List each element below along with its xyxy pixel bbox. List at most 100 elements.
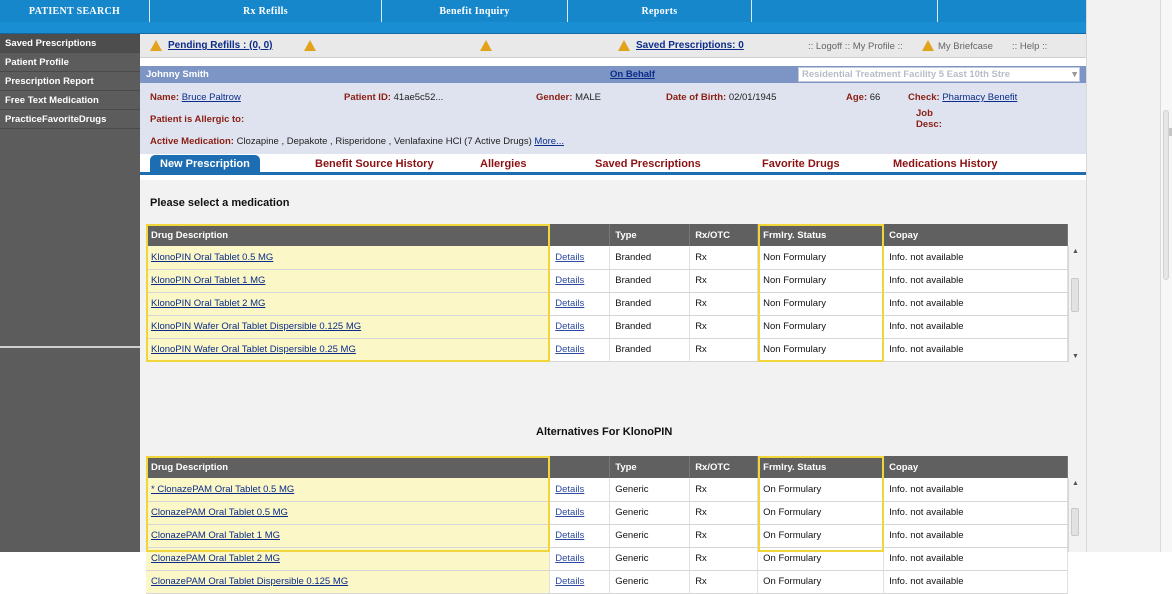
check-field: Check: Pharmacy Benefit <box>908 92 1017 103</box>
warning-icon <box>618 40 630 51</box>
col-drug-description[interactable]: Drug Description <box>146 456 551 478</box>
drug-link[interactable]: ClonazePAM Oral Tablet Dispersible 0.125… <box>151 576 348 587</box>
sidebar-item-practice-favorite-drugs[interactable]: PracticeFavoriteDrugs <box>0 110 140 129</box>
medication-table-scrollbar[interactable]: ▲ ▼ <box>1068 246 1081 362</box>
col-rx-otc[interactable]: Rx/OTC <box>689 456 759 478</box>
gender-value: MALE <box>575 92 601 103</box>
type-cell: Generic <box>609 501 691 525</box>
details-link[interactable]: Details <box>555 298 584 309</box>
copay-cell: Info. not available <box>883 524 1068 548</box>
col-drug-description[interactable]: Drug Description <box>146 224 551 246</box>
details-link[interactable]: Details <box>555 553 584 564</box>
table-row[interactable]: ClonazePAM Oral Tablet 1 MG Details Gene… <box>146 524 1068 548</box>
allergic-label: Patient is Allergic to: <box>150 114 245 125</box>
nav-patient-search[interactable]: PATIENT SEARCH <box>0 0 150 22</box>
dob-value: 02/01/1945 <box>728 92 777 103</box>
sidebar-item-saved-prescriptions[interactable]: Saved Prescriptions <box>0 34 140 53</box>
drug-link[interactable]: KlonoPIN Wafer Oral Tablet Dispersible 0… <box>151 344 356 355</box>
help-link[interactable]: :: Help :: <box>1012 41 1047 52</box>
table-row[interactable]: * ClonazePAM Oral Tablet 0.5 MG Details … <box>146 478 1068 502</box>
drug-link[interactable]: ClonazePAM Oral Tablet 0.5 MG <box>151 507 288 518</box>
active-medication-value: Clozapine , Depakote , Risperidone , Ven… <box>236 136 532 147</box>
col-type[interactable]: Type <box>609 456 691 478</box>
tab-allergies[interactable]: Allergies <box>480 155 526 173</box>
sidebar-item-patient-profile[interactable]: Patient Profile <box>0 53 140 72</box>
browser-side-pane <box>1086 0 1172 552</box>
scroll-thumb[interactable] <box>1071 508 1079 536</box>
alternatives-table-scrollbar[interactable]: ▲ <box>1068 478 1081 552</box>
col-type[interactable]: Type <box>609 224 691 246</box>
table-row[interactable]: KlonoPIN Oral Tablet 1 MG Details Brande… <box>146 269 1068 293</box>
details-link[interactable]: Details <box>555 530 584 541</box>
copay-cell: Info. not available <box>883 547 1068 571</box>
rx-cell: Rx <box>689 246 759 270</box>
copay-cell: Info. not available <box>883 292 1068 316</box>
copay-cell: Info. not available <box>883 315 1068 339</box>
details-link[interactable]: Details <box>555 507 584 518</box>
active-medication-label: Active Medication: <box>150 136 234 147</box>
col-formulary-status[interactable]: Frmlry. Status <box>757 456 885 478</box>
tab-saved-prescriptions[interactable]: Saved Prescriptions <box>595 155 701 173</box>
sidebar-item-free-text-medication[interactable]: Free Text Medication <box>0 91 140 110</box>
copay-cell: Info. not available <box>883 501 1068 525</box>
col-formulary-status[interactable]: Frmlry. Status <box>757 224 885 246</box>
drug-link[interactable]: KlonoPIN Oral Tablet 0.5 MG <box>151 252 273 263</box>
status-cell: On Formulary <box>757 524 885 548</box>
table-row[interactable]: ClonazePAM Oral Tablet 0.5 MG Details Ge… <box>146 501 1068 525</box>
col-copay[interactable]: Copay <box>883 456 1068 478</box>
my-briefcase-link[interactable]: My Briefcase <box>938 41 993 52</box>
drug-link[interactable]: * ClonazePAM Oral Tablet 0.5 MG <box>151 484 294 495</box>
nav-empty-1 <box>752 0 938 22</box>
tab-favorite-drugs[interactable]: Favorite Drugs <box>762 155 840 173</box>
scroll-thumb[interactable] <box>1071 278 1079 312</box>
more-link[interactable]: More... <box>534 136 564 147</box>
details-link[interactable]: Details <box>555 484 584 495</box>
scroll-up-icon[interactable]: ▲ <box>1072 248 1079 255</box>
table-row[interactable]: KlonoPIN Wafer Oral Tablet Dispersible 0… <box>146 315 1068 339</box>
patient-panel: Johnny Smith On Behalf Residential Treat… <box>140 66 1086 154</box>
nav-empty-2 <box>938 0 1086 22</box>
drug-link[interactable]: KlonoPIN Oral Tablet 2 MG <box>151 298 265 309</box>
col-copay[interactable]: Copay <box>883 224 1068 246</box>
tab-new-prescription[interactable]: New Prescription <box>150 155 260 173</box>
details-link[interactable]: Details <box>555 321 584 332</box>
table-row[interactable]: KlonoPIN Oral Tablet 0.5 MG Details Bran… <box>146 246 1068 270</box>
tab-bar: New Prescription Benefit Source History … <box>140 155 1086 175</box>
patient-name-link[interactable]: Bruce Paltrow <box>182 92 241 103</box>
drug-link[interactable]: ClonazePAM Oral Tablet 1 MG <box>151 530 280 541</box>
table-row[interactable]: KlonoPIN Oral Tablet 2 MG Details Brande… <box>146 292 1068 316</box>
drug-link[interactable]: KlonoPIN Oral Tablet 1 MG <box>151 275 265 286</box>
nav-benefit-inquiry[interactable]: Benefit Inquiry <box>382 0 568 22</box>
status-cell: Non Formulary <box>757 315 885 339</box>
drug-link[interactable]: ClonazePAM Oral Tablet 2 MG <box>151 553 280 564</box>
tab-medications-history[interactable]: Medications History <box>893 155 998 173</box>
details-link[interactable]: Details <box>555 344 584 355</box>
page-scrollbar[interactable] <box>1160 0 1172 552</box>
scroll-down-icon[interactable]: ▼ <box>1072 353 1079 360</box>
age-label: Age: <box>846 92 868 103</box>
details-link[interactable]: Details <box>555 252 584 263</box>
col-details <box>549 224 611 246</box>
patient-name-field: Name: Bruce Paltrow <box>150 92 241 103</box>
pharmacy-benefit-link[interactable]: Pharmacy Benefit <box>942 92 1017 103</box>
nav-reports[interactable]: Reports <box>568 0 752 22</box>
facility-select[interactable]: Residential Treatment Facility 5 East 10… <box>798 67 1080 82</box>
drug-link[interactable]: KlonoPIN Wafer Oral Tablet Dispersible 0… <box>151 321 361 332</box>
scroll-up-icon[interactable]: ▲ <box>1072 480 1079 487</box>
col-rx-otc[interactable]: Rx/OTC <box>689 224 759 246</box>
on-behalf-link[interactable]: On Behalf <box>610 69 655 80</box>
medication-table: Drug Description Type Rx/OTC Frmlry. Sta… <box>146 224 1068 362</box>
saved-prescriptions-link[interactable]: Saved Prescriptions: 0 <box>636 40 744 51</box>
sidebar-item-prescription-report[interactable]: Prescription Report <box>0 72 140 91</box>
alternatives-title: Alternatives For KlonoPIN <box>536 426 673 438</box>
nav-rx-refills[interactable]: Rx Refills <box>150 0 382 22</box>
tab-benefit-source-history[interactable]: Benefit Source History <box>315 155 434 173</box>
table-row[interactable]: ClonazePAM Oral Tablet 2 MG Details Gene… <box>146 547 1068 571</box>
rx-cell: Rx <box>689 315 759 339</box>
details-link[interactable]: Details <box>555 275 584 286</box>
pending-refills-link[interactable]: Pending Refills : (0, 0) <box>168 40 272 51</box>
details-link[interactable]: Details <box>555 576 584 587</box>
table-row[interactable]: KlonoPIN Wafer Oral Tablet Dispersible 0… <box>146 338 1068 362</box>
table-row[interactable]: ClonazePAM Oral Tablet Dispersible 0.125… <box>146 570 1068 594</box>
logoff-profile-links[interactable]: :: Logoff :: My Profile :: <box>808 41 903 52</box>
